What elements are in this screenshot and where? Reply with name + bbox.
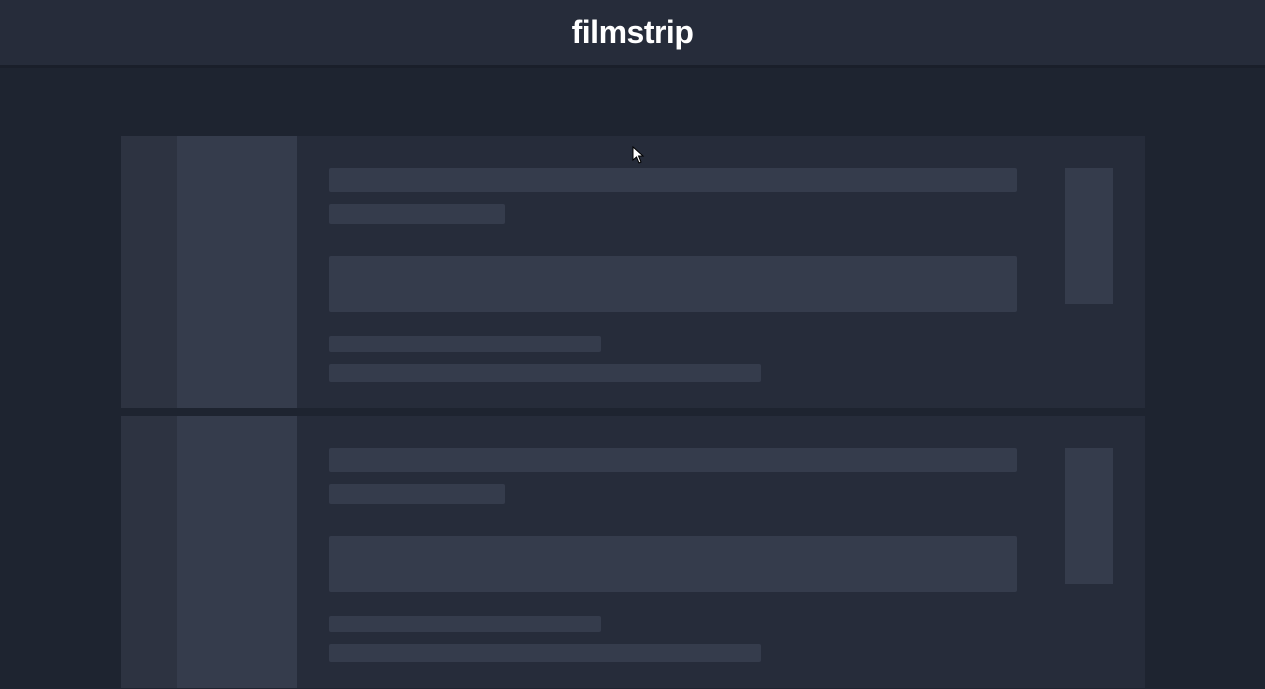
skeleton-card	[121, 136, 1145, 408]
app-title: filmstrip	[572, 14, 694, 51]
content-area	[0, 68, 1265, 688]
card-body	[297, 136, 1145, 408]
meta-placeholder-1	[329, 616, 601, 632]
poster-placeholder-inner	[177, 136, 297, 408]
meta-placeholder-2	[329, 644, 761, 662]
app-header: filmstrip	[0, 0, 1265, 68]
rating-placeholder	[1065, 448, 1113, 584]
subtitle-placeholder	[329, 204, 505, 224]
description-placeholder	[329, 256, 1017, 312]
title-placeholder	[329, 448, 1017, 472]
meta-placeholder-2	[329, 364, 761, 382]
subtitle-placeholder	[329, 484, 505, 504]
skeleton-card	[121, 416, 1145, 688]
rating-placeholder	[1065, 168, 1113, 304]
poster-placeholder-outer	[121, 416, 297, 688]
description-placeholder	[329, 536, 1017, 592]
card-body	[297, 416, 1145, 688]
poster-placeholder-inner	[177, 416, 297, 688]
meta-placeholder-1	[329, 336, 601, 352]
poster-placeholder-outer	[121, 136, 297, 408]
title-placeholder	[329, 168, 1017, 192]
